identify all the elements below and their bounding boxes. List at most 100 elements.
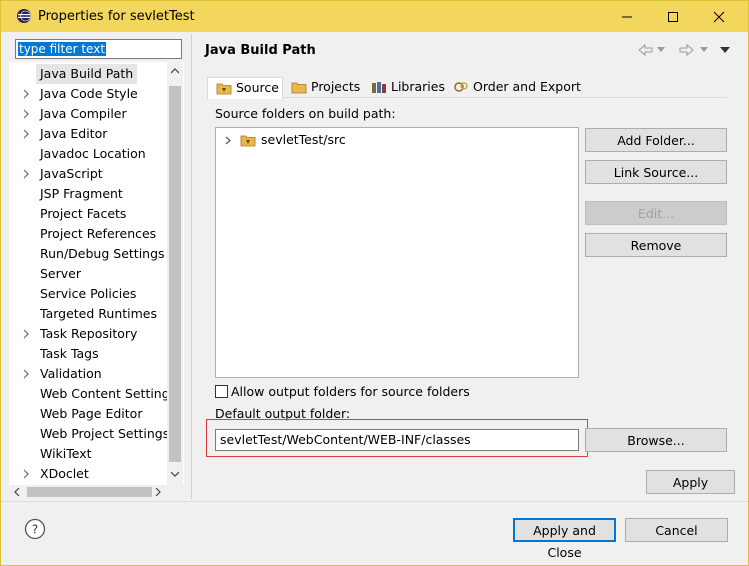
tree-item[interactable]: XDoclet — [9, 464, 167, 484]
tree-item[interactable]: Task Repository — [9, 324, 167, 344]
tree-item-label: Java Compiler — [40, 106, 127, 121]
tree-item-label: Project References — [40, 226, 157, 241]
source-folders-list[interactable]: sevletTest/src — [215, 127, 579, 378]
browse-button[interactable]: Browse... — [585, 428, 727, 452]
tab-projects[interactable]: Projects — [283, 77, 363, 98]
cancel-button[interactable]: Cancel — [625, 518, 728, 542]
tree-item[interactable]: Project References — [9, 224, 167, 244]
help-icon[interactable]: ? — [24, 518, 46, 540]
svg-text:?: ? — [32, 523, 38, 537]
tree-horizontal-scrollbar[interactable] — [9, 485, 167, 499]
tab-label: Source — [236, 80, 279, 95]
tree-item-label: Java Build Path — [36, 64, 138, 84]
property-tree[interactable]: Java Build Path Java Code Style Java Compi… — [9, 62, 184, 485]
remove-button[interactable]: Remove — [585, 233, 727, 257]
scroll-up-icon[interactable] — [171, 68, 179, 74]
tree-item[interactable]: Run/Debug Settings — [9, 244, 167, 264]
tree-item-label: Server — [40, 266, 81, 281]
tree-item[interactable]: Java Editor — [9, 124, 167, 144]
tree-item-label: Web Content Settings — [40, 386, 177, 401]
forward-menu-icon[interactable] — [700, 47, 708, 53]
forward-arrow-icon[interactable] — [677, 41, 695, 59]
tree-item[interactable]: Service Policies — [9, 284, 167, 304]
title-bar[interactable]: Properties for sevletTest — [1, 1, 748, 32]
minimize-button[interactable] — [604, 1, 650, 32]
tree-item-label: Service Policies — [40, 286, 137, 301]
tree-item[interactable]: Web Page Editor — [9, 404, 167, 424]
filter-input[interactable]: type filter text — [15, 39, 182, 59]
tree-item-label: Run/Debug Settings — [40, 246, 165, 261]
order-export-icon — [454, 82, 468, 92]
window-title: Properties for sevletTest — [38, 9, 195, 24]
add-folder-button[interactable]: Add Folder... — [585, 128, 727, 152]
tab-label: Order and Export — [473, 79, 581, 94]
tree-item[interactable]: JSP Fragment — [9, 184, 167, 204]
tree-item[interactable]: Javadoc Location — [9, 144, 167, 164]
pane-divider[interactable] — [191, 34, 192, 499]
minimize-icon — [622, 16, 632, 17]
expand-arrow-icon[interactable] — [21, 169, 31, 179]
source-folder-icon — [216, 83, 232, 95]
expand-arrow-icon[interactable] — [224, 136, 232, 145]
filter-text: type filter text — [18, 42, 107, 56]
tree-item-label: XDoclet — [40, 466, 89, 481]
package-folder-icon — [240, 135, 256, 147]
tree-item[interactable]: Validation — [9, 364, 167, 384]
tree-item[interactable]: Web Project Settings — [9, 424, 169, 444]
tab-source[interactable]: Source — [207, 77, 283, 99]
tab-libraries[interactable]: Libraries — [363, 77, 445, 98]
tree-item[interactable]: Java Compiler — [9, 104, 167, 124]
apply-button[interactable]: Apply — [646, 470, 735, 494]
view-menu-icon[interactable] — [720, 46, 730, 54]
scroll-down-icon[interactable] — [171, 471, 179, 477]
tree-horizontal-thumb[interactable] — [27, 487, 152, 497]
properties-dialog: Properties for sevletTest type filter te… — [0, 0, 749, 566]
tree-item-label: Task Tags — [40, 346, 99, 361]
tree-item-label: Targeted Runtimes — [40, 306, 157, 321]
link-source-button[interactable]: Link Source... — [585, 160, 727, 184]
tree-item-label: Java Editor — [40, 126, 108, 141]
eclipse-icon — [17, 9, 31, 23]
page-title: Java Build Path — [205, 43, 316, 58]
source-folder-name: sevletTest/src — [261, 132, 346, 147]
tree-item[interactable]: Java Build Path — [9, 64, 167, 84]
tree-item[interactable]: Task Tags — [9, 344, 167, 364]
highlight-annotation — [206, 419, 588, 457]
close-icon — [713, 11, 725, 22]
tree-item[interactable]: Web Content Settings — [9, 384, 176, 404]
tree-item[interactable]: Java Code Style — [9, 84, 167, 104]
allow-output-label: Allow output folders for source folders — [231, 384, 470, 399]
tree-item[interactable]: WikiText — [9, 444, 167, 464]
maximize-icon — [668, 11, 678, 22]
expand-arrow-icon[interactable] — [21, 129, 31, 139]
expand-arrow-icon[interactable] — [21, 469, 31, 479]
tree-item-label: Javadoc Location — [40, 146, 146, 161]
maximize-button[interactable] — [650, 1, 696, 32]
tree-item[interactable]: Server — [9, 264, 167, 284]
back-arrow-icon[interactable] — [637, 41, 655, 59]
tab-order-and-export[interactable]: Order and Export — [445, 77, 581, 98]
tree-item[interactable]: Project Facets — [9, 204, 167, 224]
back-menu-icon[interactable] — [657, 47, 665, 53]
tree-item-label: Validation — [40, 366, 102, 381]
tree-item[interactable]: Targeted Runtimes — [9, 304, 167, 324]
tree-item-label: WikiText — [40, 446, 92, 461]
apply-and-close-button[interactable]: Apply and Close — [513, 518, 616, 560]
tree-item[interactable]: JavaScript — [9, 164, 167, 184]
scroll-left-icon[interactable] — [14, 488, 20, 496]
edit-button[interactable]: Edit... — [585, 201, 727, 225]
allow-output-checkbox[interactable] — [215, 385, 228, 398]
scroll-right-icon[interactable] — [155, 488, 161, 496]
expand-arrow-icon[interactable] — [21, 89, 31, 99]
tab-label: Libraries — [391, 79, 445, 94]
expand-arrow-icon[interactable] — [21, 369, 31, 379]
expand-arrow-icon[interactable] — [21, 109, 31, 119]
tree-item-label: JavaScript — [40, 166, 103, 181]
tree-vertical-scrollbar[interactable] — [167, 62, 183, 485]
expand-arrow-icon[interactable] — [21, 329, 31, 339]
tree-item-label: Task Repository — [40, 326, 138, 341]
tab-label: Projects — [311, 79, 361, 94]
close-button[interactable] — [696, 1, 742, 32]
tree-item-label: Project Facets — [40, 206, 127, 221]
tree-vertical-thumb[interactable] — [169, 86, 181, 462]
